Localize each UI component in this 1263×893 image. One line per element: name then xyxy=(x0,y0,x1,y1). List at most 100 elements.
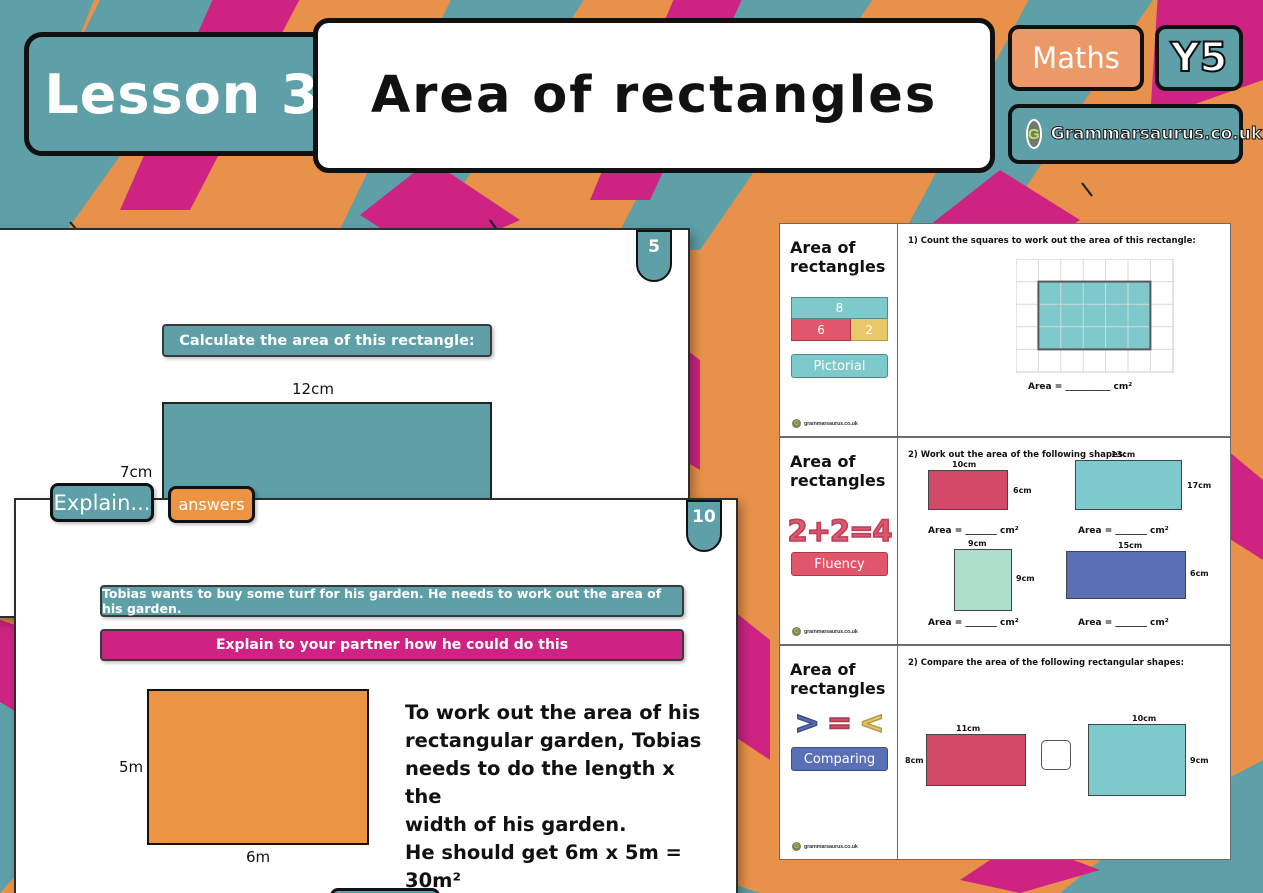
turf-question-banner: Tobias wants to buy some turf for his ga… xyxy=(100,585,684,617)
grammarsaurus-logo-icon: G xyxy=(792,419,801,428)
back-rect-top-label: 12cm xyxy=(292,380,334,398)
badge-fluency-label: Fluency xyxy=(814,556,865,572)
shape-answer-line[interactable]: Area = _______ cm² xyxy=(928,618,1019,628)
badge-fluency: Fluency xyxy=(791,552,888,576)
slide-footer-badge xyxy=(330,888,440,893)
area-counting-grid xyxy=(1016,259,1174,373)
calculate-area-banner: Calculate the area of this rectangle: xyxy=(162,324,492,357)
worksheet-title: Area of rectangles xyxy=(790,660,886,698)
worksheet-answer-line[interactable]: Area = __________ cm² xyxy=(1028,382,1132,392)
slide-number-5: 5 xyxy=(648,237,660,257)
lesson-badge: Lesson 3 xyxy=(24,32,340,156)
comparison-symbols-graphic: > = < xyxy=(791,704,888,742)
explanation-line: He should get 6m x 5m = 30m² xyxy=(405,841,682,892)
year-group-label: Y5 xyxy=(1170,34,1229,82)
shape-side-label: 17cm xyxy=(1187,481,1212,490)
compare-shape-rect xyxy=(1088,724,1186,796)
brand-label: Grammarsaurus.co.uk xyxy=(1050,124,1263,145)
slide-number-badge-10: 10 xyxy=(686,500,722,552)
garden-rect-shape xyxy=(147,689,369,845)
page-title-card: Area of rectangles xyxy=(313,18,995,173)
bar-total-value: 8 xyxy=(835,301,844,315)
calculate-area-banner-label: Calculate the area of this rectangle: xyxy=(179,332,475,349)
worksheet-question: 2) Compare the area of the following rec… xyxy=(908,658,1184,668)
back-rect-side-label: 7cm xyxy=(120,463,153,481)
bar-model-total: 8 xyxy=(791,297,888,319)
worksheet-question: 1) Count the squares to work out the are… xyxy=(908,236,1196,246)
worksheet-footer-label: grammarsaurus.co.uk xyxy=(804,420,858,427)
lesson-badge-label: Lesson 3 xyxy=(44,62,320,126)
shape-top-label: 9cm xyxy=(968,539,987,548)
worksheet-footer: G grammarsaurus.co.uk xyxy=(792,627,858,636)
brand-badge[interactable]: G Grammarsaurus.co.uk xyxy=(1008,104,1263,164)
bar-model-graphic: 8 6 2 xyxy=(791,297,888,341)
worksheet-title: Area of rectangles xyxy=(790,238,886,276)
grammarsaurus-logo-icon: G xyxy=(792,627,801,636)
bar-left-value: 6 xyxy=(817,322,825,337)
grammarsaurus-logo-icon: G xyxy=(792,842,801,851)
shape-rect xyxy=(954,549,1012,611)
badge-comparing: Comparing xyxy=(791,747,888,771)
compare-shape-top-label: 11cm xyxy=(956,724,981,733)
subject-badge-label: Maths xyxy=(1032,41,1120,75)
explanation-line: rectangular garden, Tobias xyxy=(405,729,702,752)
worksheet-footer: G grammarsaurus.co.uk xyxy=(792,419,858,428)
shape-answer-line[interactable]: Area = _______ cm² xyxy=(1078,526,1169,536)
worksheet-content: 2) Compare the area of the following rec… xyxy=(898,646,1230,859)
grammarsaurus-logo-icon: G xyxy=(1026,119,1042,149)
worksheet-footer-label: grammarsaurus.co.uk xyxy=(804,843,858,850)
worksheet-content: 2) Work out the area of the following sh… xyxy=(898,438,1230,644)
shape-side-label: 6cm xyxy=(1190,569,1209,578)
shape-rect xyxy=(1075,460,1182,510)
shape-top-label: 13cm xyxy=(1111,450,1136,459)
explain-task-label: Explain to your partner how he could do … xyxy=(215,637,569,653)
tab-answers-label: answers xyxy=(178,495,245,514)
tab-answers[interactable]: answers xyxy=(168,486,255,523)
bar-right-value: 2 xyxy=(865,322,873,337)
shape-side-label: 9cm xyxy=(1016,574,1035,583)
equation-graphic: 2+2=4 xyxy=(787,513,894,549)
shape-rect xyxy=(928,470,1008,510)
shape-answer-line[interactable]: Area = _______ cm² xyxy=(928,526,1019,536)
worksheet-question: 2) Work out the area of the following sh… xyxy=(908,450,1127,460)
worksheet-title: Area of rectangles xyxy=(790,452,886,490)
badge-comparing-label: Comparing xyxy=(803,751,876,767)
subject-badge: Maths xyxy=(1008,25,1144,91)
comparison-answer-box[interactable] xyxy=(1041,740,1071,770)
page-header: Lesson 3 Area of rectangles Maths Y5 G G… xyxy=(0,0,1263,185)
worksheet-footer-label: grammarsaurus.co.uk xyxy=(804,628,858,635)
compare-shape-top-label: 10cm xyxy=(1132,714,1157,723)
less-than-icon: < xyxy=(858,705,885,742)
explain-task-banner: Explain to your partner how he could do … xyxy=(100,629,684,661)
shape-top-label: 10cm xyxy=(952,460,977,469)
compare-shape-side-label: 9cm xyxy=(1190,756,1209,765)
worksheet-card-comparing[interactable]: Area of rectangles > = < Comparing G gram… xyxy=(779,645,1231,860)
explanation-line: needs to do the length x the xyxy=(405,757,675,808)
greater-than-icon: > xyxy=(794,705,821,742)
worksheet-sidebar: Area of rectangles 8 6 2 Pictorial G gram… xyxy=(780,224,898,436)
tab-explain[interactable]: Explain... xyxy=(50,483,154,522)
worksheet-card-fluency[interactable]: Area of rectangles 2+2=4 Fluency G gramma… xyxy=(779,437,1231,645)
logo-glyph: G xyxy=(1028,125,1040,143)
turf-question-label: Tobias wants to buy some turf for his ga… xyxy=(102,586,662,616)
explanation-line: width of his garden. xyxy=(405,813,627,836)
worksheet-card-pictorial[interactable]: Area of rectangles 8 6 2 Pictorial G gram… xyxy=(779,223,1231,437)
slide-thumbnail-10[interactable]: 10 Explain... answers Tobias wants to bu… xyxy=(14,483,738,893)
shape-answer-line[interactable]: Area = _______ cm² xyxy=(1078,618,1169,628)
worksheet-sidebar: Area of rectangles > = < Comparing G gram… xyxy=(780,646,898,859)
worksheet-preview-panel: Area of rectangles 8 6 2 Pictorial G gram… xyxy=(779,223,1231,860)
worksheet-footer: G grammarsaurus.co.uk xyxy=(792,842,858,851)
shape-top-label: 15cm xyxy=(1118,541,1143,550)
tab-explain-label: Explain... xyxy=(53,490,151,515)
explanation-text: To work out the area of his rectangular … xyxy=(405,699,705,893)
shape-side-label: 6cm xyxy=(1013,486,1032,495)
bar-model-part-right: 2 xyxy=(851,319,888,341)
slide-number-10: 10 xyxy=(692,507,716,527)
shape-rect xyxy=(1066,551,1186,599)
bar-model-part-left: 6 xyxy=(791,319,852,341)
compare-shape-rect xyxy=(926,734,1026,786)
compare-shape-side-label: 8cm xyxy=(905,756,924,765)
equals-icon: = xyxy=(826,705,853,742)
badge-pictorial-label: Pictorial xyxy=(813,358,866,374)
page-title: Area of rectangles xyxy=(370,66,938,125)
